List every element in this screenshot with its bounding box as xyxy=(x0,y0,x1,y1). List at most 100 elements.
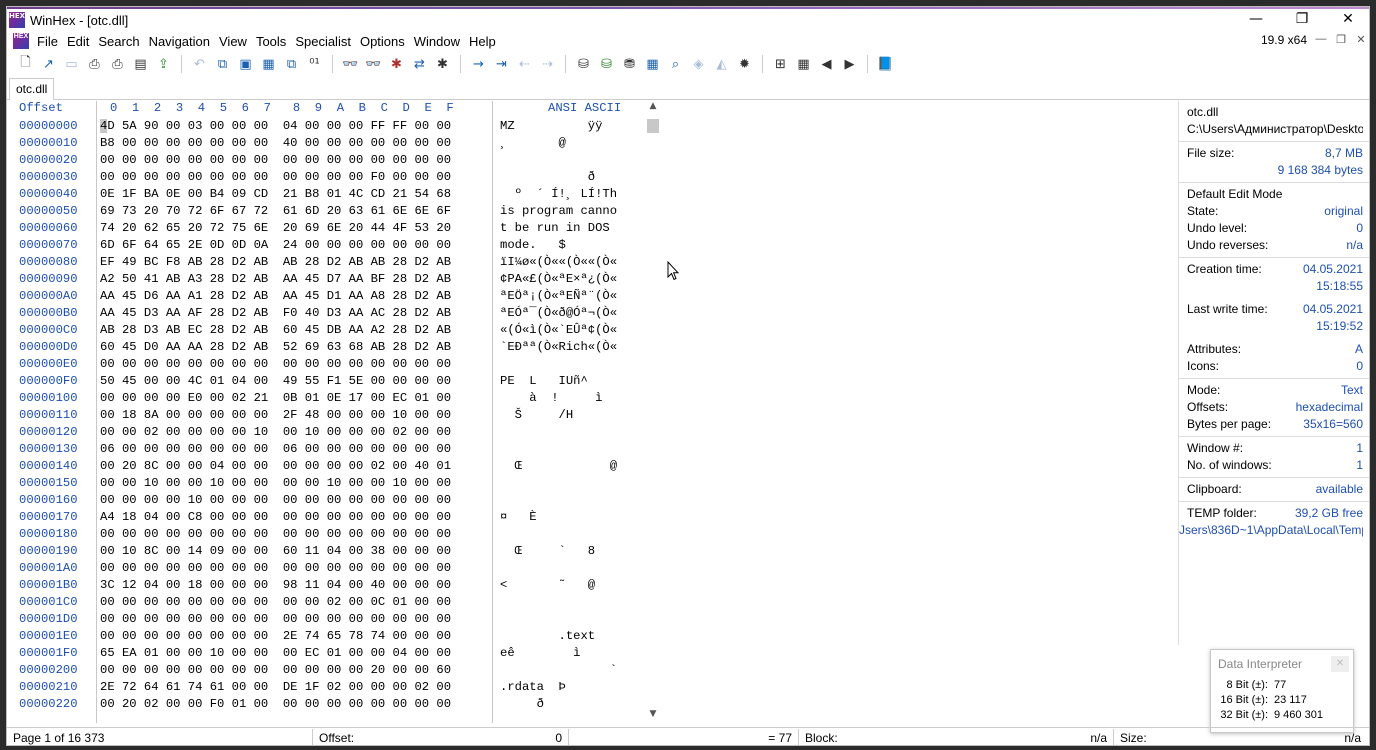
close-icon[interactable]: ✕ xyxy=(1325,9,1369,31)
status-size[interactable]: Size: n/a xyxy=(1114,729,1367,746)
paste-icon[interactable]: ▣ xyxy=(234,54,257,74)
menu-specialist[interactable]: Specialist xyxy=(295,34,351,49)
hex-row[interactable]: 00 00 00 00 10 00 00 00 00 00 00 00 00 0… xyxy=(100,492,492,509)
find-text-icon[interactable]: 👓 xyxy=(339,54,362,74)
doc-close-icon[interactable]: ✕ xyxy=(1353,33,1369,46)
calculator-icon[interactable]: ▦ xyxy=(641,54,664,74)
hex-row[interactable]: 69 73 20 70 72 6F 67 72 61 6D 20 63 61 6… xyxy=(100,203,492,220)
replace-text-icon[interactable]: ✱ xyxy=(385,54,408,74)
ascii-row[interactable] xyxy=(500,424,640,441)
ascii-row[interactable]: º ´ Í!¸ LÍ!Th xyxy=(500,186,640,203)
maximize-icon[interactable]: ❐ xyxy=(1279,9,1325,31)
goto-page-icon[interactable]: ⇥ xyxy=(490,54,513,74)
ascii-row[interactable]: Š /H xyxy=(500,407,640,424)
disk-icon[interactable]: ⛃ xyxy=(618,54,641,74)
hex-row[interactable]: AB 28 D3 AB EC 28 D2 AB 60 45 DB AA A2 2… xyxy=(100,322,492,339)
ascii-row[interactable] xyxy=(500,441,640,458)
hex-row[interactable]: 00 00 00 00 00 00 00 00 2E 74 65 78 74 0… xyxy=(100,628,492,645)
hex-row[interactable]: 65 EA 01 00 00 10 00 00 00 EC 01 00 00 0… xyxy=(100,645,492,662)
ascii-row[interactable]: is program canno xyxy=(500,203,640,220)
ascii-row[interactable] xyxy=(500,475,640,492)
next-window-icon[interactable]: ▶ xyxy=(838,54,861,74)
hex-row[interactable]: 00 00 00 00 00 00 00 00 00 00 00 00 00 0… xyxy=(100,526,492,543)
hex-row[interactable]: 3C 12 04 00 18 00 00 00 98 11 04 00 40 0… xyxy=(100,577,492,594)
menu-view[interactable]: View xyxy=(219,34,247,49)
ascii-row[interactable]: eê ì xyxy=(500,645,640,662)
settings-gear-icon[interactable]: ✹ xyxy=(733,54,756,74)
menu-help[interactable]: Help xyxy=(469,34,496,49)
hex-row[interactable]: 00 20 02 00 00 F0 01 00 00 00 00 00 00 0… xyxy=(100,696,492,713)
ascii-row[interactable] xyxy=(500,526,640,543)
ascii-row[interactable]: Œ ` 8 xyxy=(500,543,640,560)
hex-row[interactable]: 60 45 D0 AA AA 28 D2 AB 52 69 63 68 AB 2… xyxy=(100,339,492,356)
menu-options[interactable]: Options xyxy=(360,34,405,49)
copy-icon[interactable]: ⧉ xyxy=(211,54,234,74)
hex-row[interactable]: 06 00 00 00 00 00 00 00 06 00 00 00 00 0… xyxy=(100,441,492,458)
ascii-row[interactable]: ¸ @ xyxy=(500,135,640,152)
clipboard-icon[interactable]: ▦ xyxy=(257,54,280,74)
forward-icon[interactable]: ⇢ xyxy=(536,54,559,74)
ascii-row[interactable] xyxy=(500,492,640,509)
tile-windows-icon[interactable]: ⊞ xyxy=(769,54,792,74)
ascii-row[interactable]: «(Ó«ì(Ò«`EÛª¢(Ò« xyxy=(500,322,640,339)
ascii-row[interactable]: à ! ì xyxy=(500,390,640,407)
menu-file[interactable]: File xyxy=(37,34,58,49)
interpreter-close-icon[interactable]: ✕ xyxy=(1331,656,1349,672)
properties-icon[interactable]: ▤ xyxy=(129,54,152,74)
hex-row[interactable]: 00 00 00 00 00 00 00 00 00 00 00 00 20 0… xyxy=(100,662,492,679)
binary-icon[interactable]: ⁰¹ xyxy=(303,54,326,74)
zoom-icon[interactable]: ⌕ xyxy=(664,54,687,74)
ascii-row[interactable] xyxy=(500,594,640,611)
scroll-up-icon[interactable]: ▲ xyxy=(645,101,661,115)
new-file-icon[interactable]: 🗋 xyxy=(14,54,37,74)
hex-row[interactable]: 50 45 00 00 4C 01 04 00 49 55 F1 5E 00 0… xyxy=(100,373,492,390)
status-block[interactable]: Block: n/a xyxy=(799,728,1114,745)
ascii-row[interactable]: .rdata Þ xyxy=(500,679,640,696)
ascii-row[interactable]: ¢PA«£(Ò«ªE×ª¿(Ò« xyxy=(500,271,640,288)
menu-tools[interactable]: Tools xyxy=(256,34,286,49)
hex-row[interactable]: 6D 6F 64 65 2E 0D 0D 0A 24 00 00 00 00 0… xyxy=(100,237,492,254)
analyze-icon[interactable]: ◈ xyxy=(687,54,710,74)
print-icon[interactable]: ⎙ xyxy=(106,54,129,74)
hex-row[interactable]: 00 00 00 00 E0 00 02 21 0B 01 0E 17 00 E… xyxy=(100,390,492,407)
chart-icon[interactable]: ◭ xyxy=(710,54,733,74)
save-icon[interactable]: ▭ xyxy=(60,54,83,74)
cascade-windows-icon[interactable]: ▦ xyxy=(792,54,815,74)
previous-window-icon[interactable]: ◀ xyxy=(815,54,838,74)
menu-search[interactable]: Search xyxy=(98,34,139,49)
hex-row[interactable]: 00 00 00 00 00 00 00 00 00 00 00 00 00 0… xyxy=(100,560,492,577)
ram-editor-icon[interactable]: ⛁ xyxy=(595,54,618,74)
ascii-row[interactable]: MZ ÿÿ xyxy=(500,118,640,135)
hex-row[interactable]: 00 00 00 00 00 00 00 00 00 00 02 00 0C 0… xyxy=(100,594,492,611)
document-menu-icon[interactable]: HEX xyxy=(13,33,29,49)
open-file-icon[interactable]: ↗ xyxy=(37,54,60,74)
hex-row[interactable]: 00 00 00 00 00 00 00 00 00 00 00 00 F0 0… xyxy=(100,169,492,186)
undo-icon[interactable]: ↶ xyxy=(188,54,211,74)
hex-row[interactable]: 00 00 00 00 00 00 00 00 00 00 00 00 00 0… xyxy=(100,611,492,628)
menu-navigation[interactable]: Navigation xyxy=(149,34,210,49)
ascii-row[interactable]: PE L IUñ^ xyxy=(500,373,640,390)
hex-row[interactable]: 00 18 8A 00 00 00 00 00 2F 48 00 00 00 1… xyxy=(100,407,492,424)
copy-block-icon[interactable]: ⧉ xyxy=(280,54,303,74)
ascii-row[interactable]: mode. $ xyxy=(500,237,640,254)
help-book-icon[interactable]: 📘 xyxy=(874,54,897,74)
ascii-row[interactable]: ¤ È xyxy=(500,509,640,526)
hex-row[interactable]: 00 00 10 00 00 10 00 00 00 00 10 00 00 1… xyxy=(100,475,492,492)
ascii-row[interactable]: .text xyxy=(500,628,640,645)
ascii-row[interactable] xyxy=(500,152,640,169)
export-icon[interactable]: ⇪ xyxy=(152,54,175,74)
ascii-row[interactable]: ð xyxy=(500,169,640,186)
ascii-column[interactable]: MZ ÿÿ ¸ @ ð º ´ Í!¸ LÍ!Th is program canno… xyxy=(500,118,640,713)
menu-edit[interactable]: Edit xyxy=(67,34,89,49)
hex-editor[interactable]: Offset 0 1 2 3 4 5 6 7 8 9 A B C D E F A… xyxy=(7,101,667,723)
menu-window[interactable]: Window xyxy=(414,34,460,49)
back-icon[interactable]: ⇠ xyxy=(513,54,536,74)
find-hex-icon[interactable]: 👓 xyxy=(362,54,385,74)
hex-row[interactable]: 4D 5A 90 00 03 00 00 00 04 00 00 00 FF F… xyxy=(100,118,492,135)
hex-row[interactable]: A4 18 04 00 C8 00 00 00 00 00 00 00 00 0… xyxy=(100,509,492,526)
ascii-row[interactable] xyxy=(500,560,640,577)
hex-column[interactable]: 4D 5A 90 00 03 00 00 00 04 00 00 00 FF F… xyxy=(100,118,492,713)
hex-row[interactable]: 2E 72 64 61 74 61 00 00 DE 1F 02 00 00 0… xyxy=(100,679,492,696)
goto-offset-icon[interactable]: → xyxy=(467,54,490,74)
hex-row[interactable]: AA 45 D3 AA AF 28 D2 AB F0 40 D3 AA AC 2… xyxy=(100,305,492,322)
